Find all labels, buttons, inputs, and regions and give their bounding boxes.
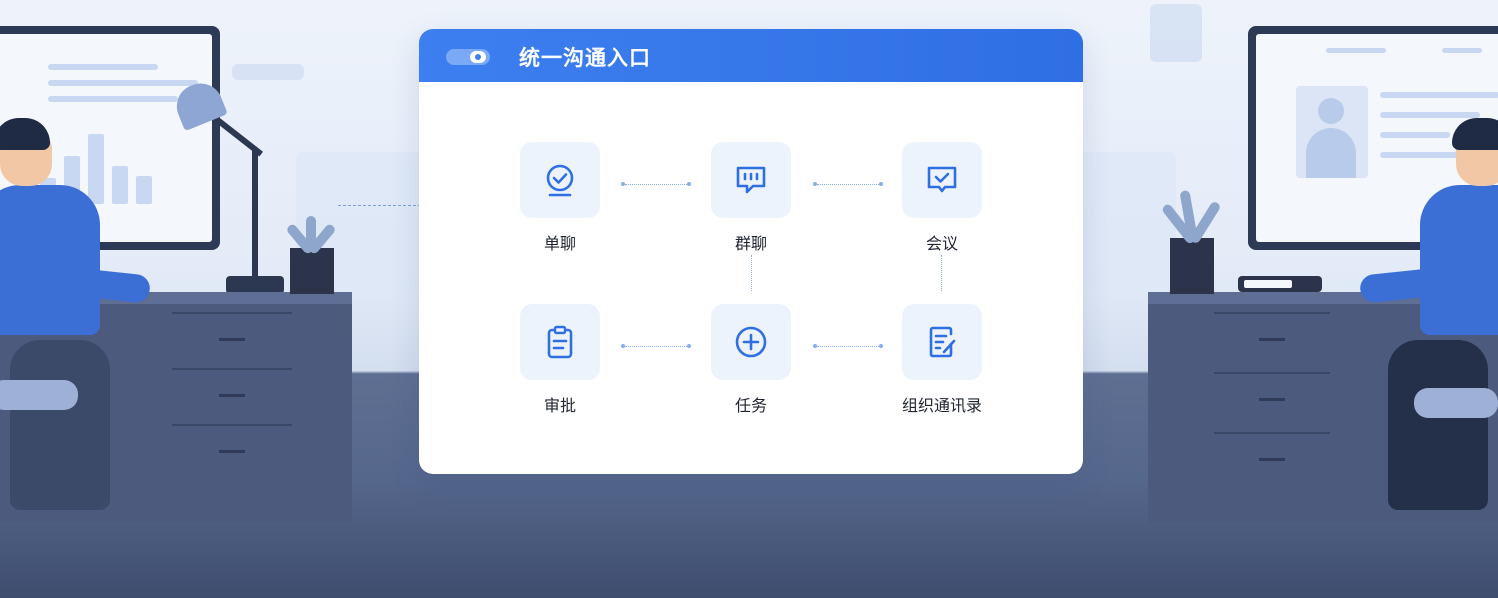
feature-approval[interactable]: 审批	[500, 304, 620, 415]
feature-tile	[902, 304, 982, 380]
background-panel	[1080, 152, 1176, 292]
chart-bar	[112, 166, 128, 204]
screen-line	[48, 96, 178, 102]
toggle-switch[interactable]	[446, 49, 490, 65]
feature-label: 群聊	[734, 234, 767, 253]
right-person-legs	[1388, 340, 1488, 510]
plus-circle-icon	[735, 326, 767, 358]
card-header: 统一沟通入口	[419, 29, 1083, 82]
feature-label: 任务	[734, 396, 767, 415]
screen-line	[1380, 92, 1498, 98]
feature-meeting[interactable]: 会议	[882, 142, 1002, 253]
chart-bar	[88, 134, 104, 204]
profile-avatar-body	[1306, 128, 1356, 178]
desk-drawer	[172, 312, 292, 368]
desk-drawer	[172, 368, 292, 424]
feature-tile	[520, 142, 600, 218]
screen-line	[1326, 48, 1386, 53]
desk-drawer	[1214, 432, 1330, 488]
feature-label: 组织通讯录	[901, 396, 982, 415]
clipboard-icon	[547, 325, 573, 359]
lamp-pole	[252, 150, 258, 280]
connector-line	[625, 184, 687, 185]
group-chat-icon	[736, 166, 766, 194]
screen-line	[1442, 48, 1482, 53]
feature-tile	[711, 304, 791, 380]
right-chair	[1414, 388, 1498, 418]
connector-line	[751, 255, 752, 291]
plant-pot	[290, 248, 334, 294]
feature-label: 单聊	[543, 234, 576, 253]
toggle-knob	[470, 51, 486, 63]
background-panel	[1150, 4, 1202, 62]
card-title: 统一沟通入口	[519, 46, 651, 70]
connector-line	[817, 346, 879, 347]
desk-drawer	[1214, 312, 1330, 368]
chart-bar	[136, 176, 152, 204]
screen-line	[48, 80, 198, 86]
connector-line	[625, 346, 687, 347]
background-panel	[232, 64, 304, 80]
screen-line	[48, 64, 158, 70]
feature-group-chat[interactable]: 群聊	[691, 142, 811, 253]
desk-drawer	[1214, 372, 1330, 428]
feature-directory[interactable]: 组织通讯录	[882, 304, 1002, 415]
communication-entry-card: 统一沟通入口 单聊 群聊 会议 审批 任务 组织通讯录	[419, 29, 1083, 474]
feature-single-chat[interactable]: 单聊	[500, 142, 620, 253]
profile-avatar-head	[1318, 98, 1344, 124]
left-person-legs	[10, 340, 110, 510]
screen-line	[1380, 112, 1480, 118]
book-pages	[1244, 280, 1292, 288]
feature-label: 会议	[925, 234, 958, 253]
connector-line	[817, 184, 879, 185]
plant-pot	[1170, 238, 1214, 294]
desk-drawer	[172, 424, 292, 480]
feature-tile	[711, 142, 791, 218]
feature-tile	[520, 304, 600, 380]
meeting-icon	[927, 166, 957, 193]
feature-task[interactable]: 任务	[691, 304, 811, 415]
edit-document-icon	[929, 326, 956, 358]
right-person-body	[1420, 185, 1498, 335]
connector-line	[941, 255, 942, 291]
left-person-body	[0, 185, 100, 335]
feature-label: 审批	[543, 396, 576, 415]
feature-tile	[902, 142, 982, 218]
chat-bubble-check-icon	[546, 164, 574, 197]
screen-line	[1380, 132, 1450, 138]
left-chair	[0, 380, 78, 410]
